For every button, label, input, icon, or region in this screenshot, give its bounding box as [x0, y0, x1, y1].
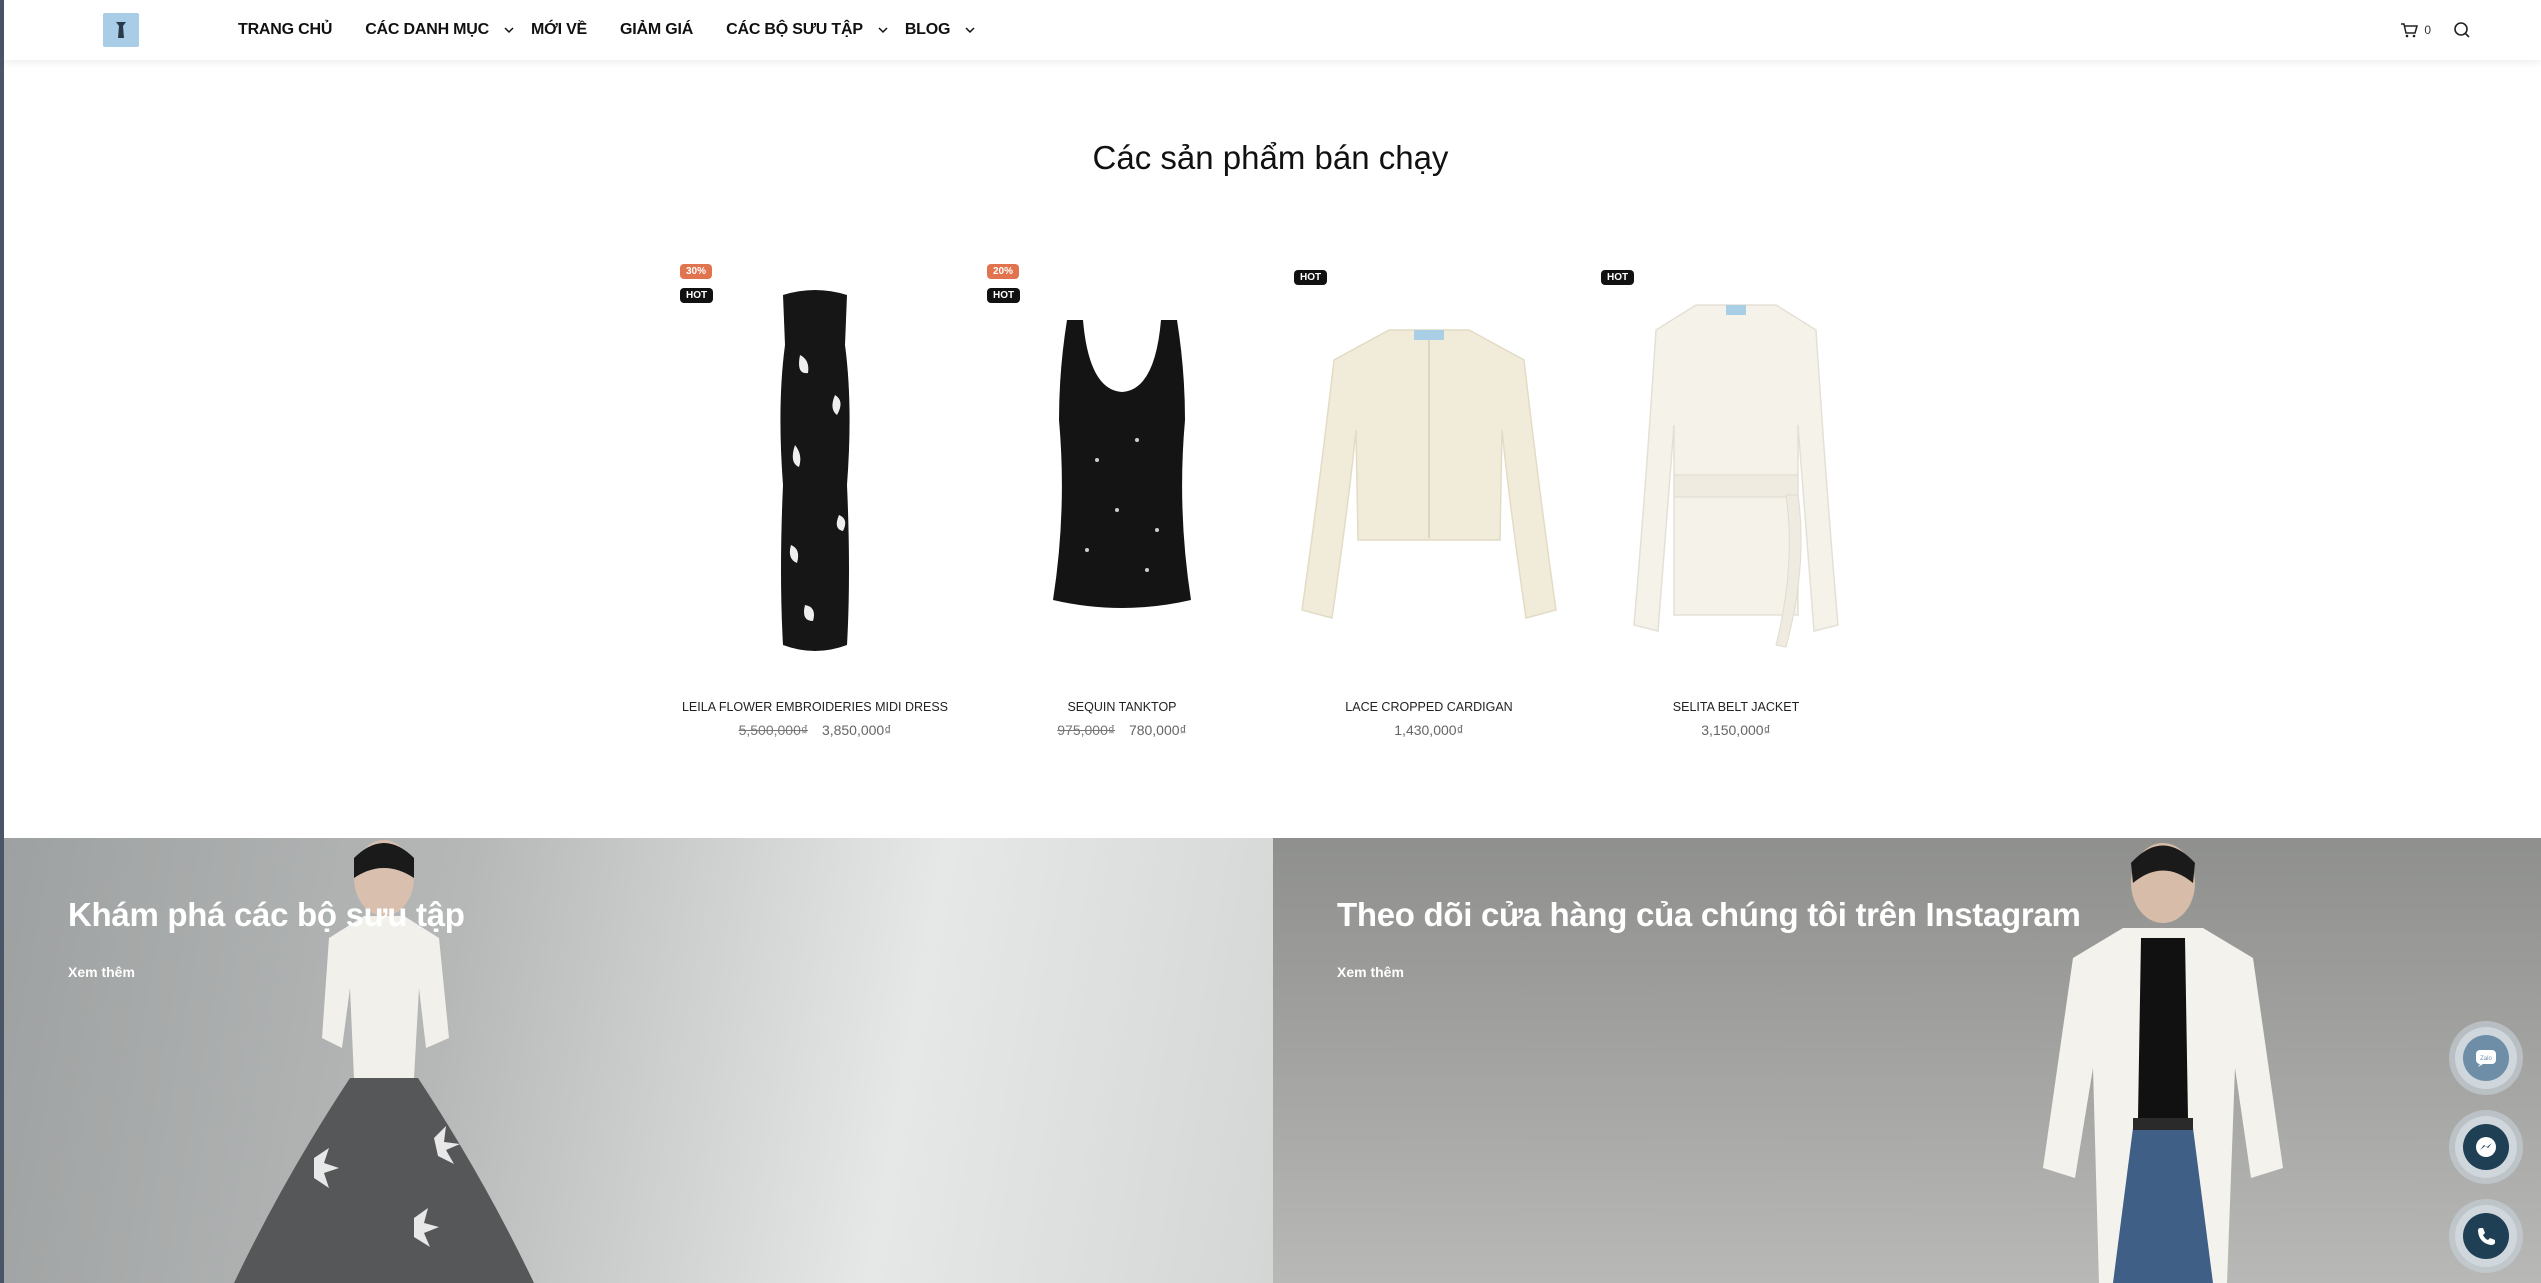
current-price: 3,850,000₫: [821, 722, 892, 738]
nav-item-label: TRANG CHỦ: [238, 21, 333, 38]
jacket-image: [1633, 304, 1839, 648]
nav-item-sale[interactable]: GIẢM GIÁ: [620, 21, 693, 39]
sale-badge: 20%: [987, 264, 1020, 279]
hot-badge: HOT: [987, 288, 1021, 303]
product-card[interactable]: 30% HOT LEILA FLOWER EMBROIDERIES MIDI D…: [670, 260, 960, 750]
banner-title: Theo dõi cửa hàng của chúng tôi trên Ins…: [1337, 896, 2081, 933]
product-name[interactable]: LACE CROPPED CARDIGAN: [1284, 700, 1574, 714]
current-price: 3,150,000₫: [1701, 722, 1771, 738]
product-name[interactable]: SELITA BELT JACKET: [1591, 700, 1881, 714]
svg-text:Zalo: Zalo: [2480, 1056, 2492, 1062]
messenger-icon: [2476, 1137, 2496, 1157]
nav-item-home[interactable]: TRANG CHỦ: [238, 21, 332, 39]
current-price: 1,430,000₫: [1394, 722, 1464, 738]
sale-badge: 30%: [680, 264, 713, 279]
zalo-button[interactable]: Zalo: [2455, 1027, 2517, 1089]
hot-badge: HOT: [680, 288, 714, 303]
product-price: 3,150,000₫: [1591, 722, 1881, 738]
product-card[interactable]: HOT SELITA BELT JACKET 3,150,000₫: [1591, 260, 1881, 750]
hot-badge: HOT: [1601, 270, 1635, 285]
nav-item-categories[interactable]: CÁC DANH MỤC: [365, 21, 515, 39]
cart-count: 0: [2424, 23, 2431, 37]
collections-banner[interactable]: Khám phá các bộ sưu tập Xem thêm: [4, 838, 1273, 1283]
view-more-link[interactable]: Xem thêm: [1337, 964, 1404, 980]
nav-item-collections[interactable]: CÁC BỘ SƯU TẬP: [726, 21, 889, 39]
product-price: 975,000₫ 780,000₫: [977, 722, 1267, 738]
zalo-icon: Zalo: [2476, 1050, 2496, 1067]
nav-item-label: MỚI VỀ: [531, 21, 588, 38]
nav-item-label: GIẢM GIÁ: [620, 21, 694, 38]
product-name[interactable]: LEILA FLOWER EMBROIDERIES MIDI DRESS: [670, 700, 960, 714]
cart-button[interactable]: 0: [2400, 22, 2431, 38]
store-logo[interactable]: [103, 13, 139, 47]
phone-button[interactable]: [2455, 1205, 2517, 1267]
product-image[interactable]: [1284, 260, 1574, 680]
product-grid: 30% HOT LEILA FLOWER EMBROIDERIES MIDI D…: [670, 260, 1850, 750]
tanktop-image: [1053, 320, 1191, 608]
nav-item-new-arrivals[interactable]: MỚI VỀ: [531, 21, 587, 39]
product-image[interactable]: [1591, 260, 1881, 680]
nav-item-label: CÁC BỘ SƯU TẬP: [726, 21, 863, 38]
banner-title: Khám phá các bộ sưu tập: [68, 896, 465, 933]
old-price: 975,000₫: [1057, 722, 1116, 738]
current-price: 780,000₫: [1128, 722, 1187, 738]
cardigan-image: [1301, 329, 1557, 619]
header-actions: 0: [2400, 0, 2471, 60]
nav-item-blog[interactable]: BLOG: [905, 21, 976, 39]
chevron-down-icon: [965, 27, 975, 34]
product-image[interactable]: [670, 260, 960, 680]
product-price: 5,500,000₫ 3,850,000₫: [670, 722, 960, 738]
hot-badge: HOT: [1294, 270, 1328, 285]
product-name[interactable]: SEQUIN TANKTOP: [977, 700, 1267, 714]
product-image[interactable]: [977, 260, 1267, 680]
chevron-down-icon: [878, 27, 888, 34]
nav-item-label: CÁC DANH MỤC: [365, 21, 490, 38]
logo-icon: [116, 22, 126, 38]
site-header: TRANG CHỦ CÁC DANH MỤC MỚI VỀ GIẢM GIÁ C…: [4, 0, 2541, 60]
instagram-banner[interactable]: Theo dõi cửa hàng của chúng tôi trên Ins…: [1273, 838, 2541, 1283]
product-card[interactable]: 20% HOT SEQUIN TANKTOP 975,000₫ 780,000₫: [977, 260, 1267, 750]
phone-icon: [2478, 1228, 2495, 1245]
product-price: 1,430,000₫: [1284, 722, 1574, 738]
product-card[interactable]: HOT LACE CROPPED CARDIGAN 1,430,000₫: [1284, 260, 1574, 750]
phone-icon-wrap: [2463, 1213, 2509, 1259]
search-icon[interactable]: [2453, 21, 2471, 39]
zalo-icon-wrap: Zalo: [2463, 1035, 2509, 1081]
dress-image: [780, 290, 850, 651]
view-more-link[interactable]: Xem thêm: [68, 964, 135, 980]
cart-icon: [2401, 23, 2419, 38]
bestsellers-title: Các sản phẩm bán chạy: [1092, 139, 1449, 176]
nav-item-label: BLOG: [904, 21, 951, 38]
main-nav: TRANG CHỦ CÁC DANH MỤC MỚI VỀ GIẢM GIÁ C…: [238, 0, 976, 60]
chevron-down-icon: [504, 27, 514, 34]
messenger-icon-wrap: [2463, 1124, 2509, 1170]
old-price: 5,500,000₫: [738, 722, 809, 738]
messenger-button[interactable]: [2455, 1116, 2517, 1178]
